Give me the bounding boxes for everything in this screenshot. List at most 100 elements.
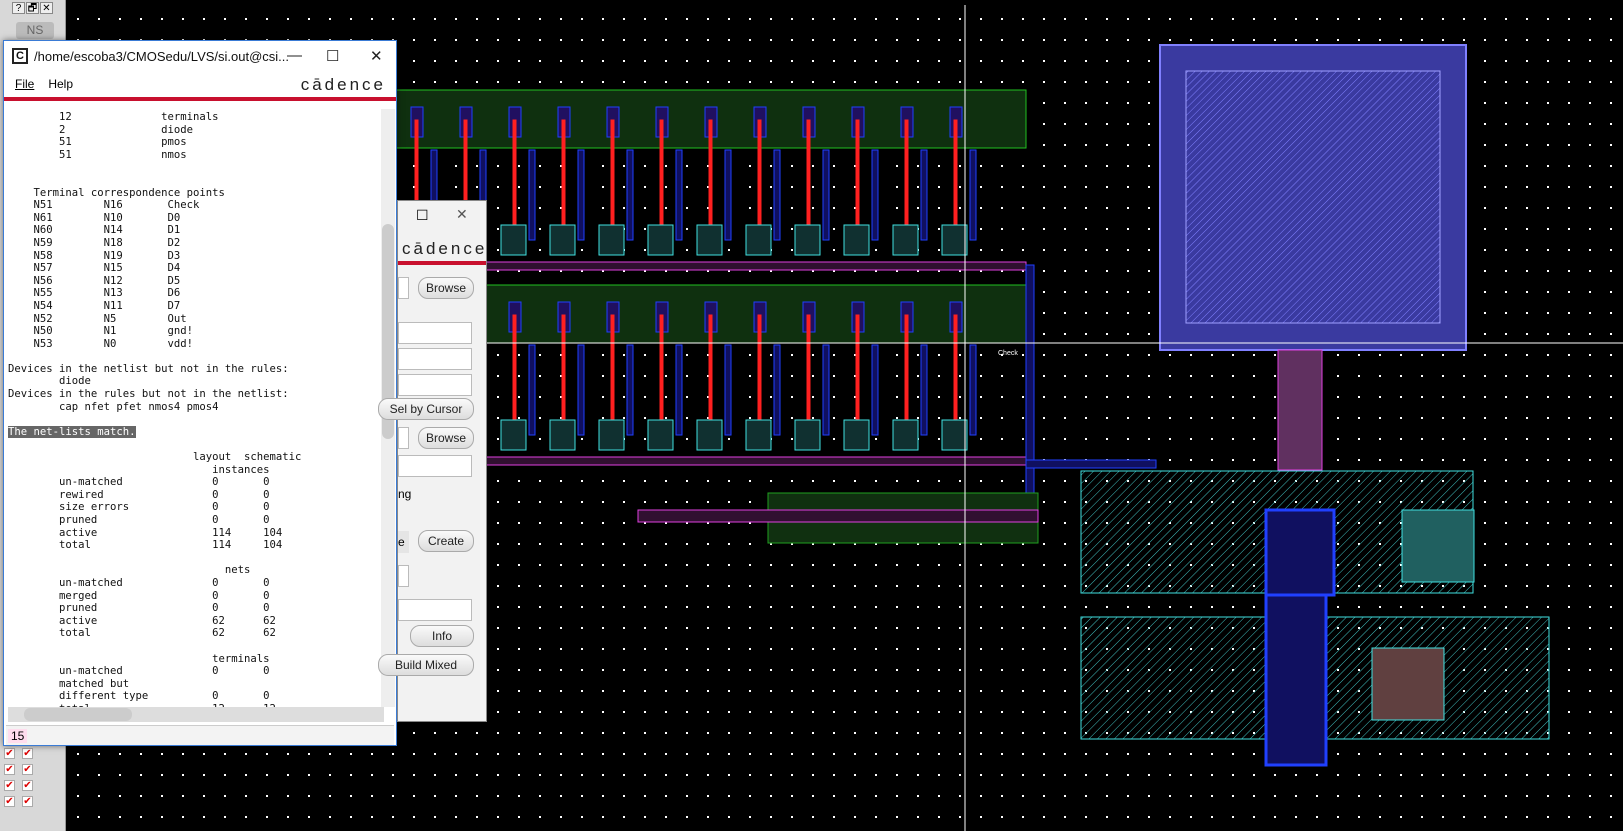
contact bbox=[892, 419, 919, 451]
metal1-wire bbox=[920, 344, 928, 436]
browse-button[interactable]: Browse bbox=[418, 277, 474, 299]
close-button[interactable]: ✕ bbox=[456, 206, 468, 223]
contact bbox=[549, 419, 576, 451]
input-field[interactable] bbox=[398, 427, 409, 449]
metal1-wire bbox=[577, 344, 585, 436]
report-line: diode bbox=[8, 375, 91, 388]
contact bbox=[843, 224, 870, 256]
input-field[interactable] bbox=[398, 277, 409, 299]
report-line: size errors 0 0 bbox=[8, 501, 270, 514]
report-line: N59 N18 D2 bbox=[8, 236, 181, 249]
metal1-wire bbox=[626, 149, 634, 241]
input-field[interactable] bbox=[398, 322, 472, 344]
horizontal-scrollbar[interactable] bbox=[8, 707, 384, 722]
cadence-logo: cādence bbox=[402, 239, 488, 258]
report-line: 51 nmos bbox=[8, 148, 187, 161]
window-title: /home/escoba3/CMOSedu/LVS/si.out@csi... bbox=[34, 48, 290, 64]
report-line: active 62 62 bbox=[8, 614, 276, 627]
title-bar: C /home/escoba3/CMOSedu/LVS/si.out@csi..… bbox=[4, 41, 396, 71]
metal1-wire bbox=[920, 149, 928, 241]
report-line: N50 N1 gnd! bbox=[8, 325, 193, 338]
report-line: layout schematic bbox=[8, 451, 302, 464]
layer-select-checkbox[interactable]: ✔ bbox=[22, 796, 33, 807]
layer-select-checkbox[interactable]: ✔ bbox=[22, 764, 33, 775]
help-icon[interactable]: ? bbox=[12, 2, 25, 14]
layer-visible-checkbox[interactable]: ✔ bbox=[4, 748, 15, 759]
maximize-button[interactable]: ☐ bbox=[416, 207, 429, 224]
contact bbox=[696, 419, 723, 451]
report-line: instances bbox=[8, 463, 270, 476]
report-line: N56 N12 D5 bbox=[8, 274, 181, 287]
report-line: Devices in the netlist but not in the ru… bbox=[8, 362, 289, 375]
layer-select-checkbox[interactable]: ✔ bbox=[22, 780, 33, 791]
contact bbox=[500, 419, 527, 451]
report-line: The net-lists match. bbox=[8, 425, 136, 438]
report-line: total 114 104 bbox=[8, 539, 283, 552]
create-button[interactable]: Create bbox=[418, 530, 474, 552]
contact bbox=[598, 224, 625, 256]
contact bbox=[794, 419, 821, 451]
report-line: 12 terminals bbox=[8, 111, 219, 123]
lvs-output-window: C /home/escoba3/CMOSedu/LVS/si.out@csi..… bbox=[3, 40, 397, 746]
report-line: N58 N19 D3 bbox=[8, 249, 181, 262]
input-field[interactable] bbox=[398, 348, 472, 370]
report-line: pruned 0 0 bbox=[8, 602, 270, 615]
close-icon[interactable]: ✕ bbox=[40, 2, 53, 14]
contact bbox=[500, 224, 527, 256]
metal1-wire bbox=[773, 149, 781, 241]
input-field[interactable] bbox=[398, 599, 472, 621]
cadence-app-icon: C bbox=[12, 48, 28, 64]
ns-button[interactable]: NS bbox=[16, 22, 54, 39]
report-line: un-matched 0 0 bbox=[8, 665, 270, 678]
contact bbox=[892, 224, 919, 256]
report-line bbox=[8, 640, 384, 653]
report-line: N52 N5 Out bbox=[8, 312, 187, 325]
sel-by-cursor-button[interactable]: Sel by Cursor bbox=[378, 398, 474, 420]
menu-file[interactable]: File bbox=[15, 77, 34, 91]
pin-label-check: Check bbox=[998, 350, 1018, 357]
report-line bbox=[8, 552, 384, 565]
report-line bbox=[8, 350, 384, 363]
metal1-wire bbox=[969, 149, 977, 241]
input-field[interactable] bbox=[398, 374, 472, 396]
report-line: rewired 0 0 bbox=[8, 488, 270, 501]
report-line bbox=[8, 174, 384, 187]
maximize-button[interactable]: ☐ bbox=[326, 47, 339, 65]
metal1-wire bbox=[871, 344, 879, 436]
metal1-wire bbox=[577, 149, 585, 241]
browse-button[interactable]: Browse bbox=[418, 427, 474, 449]
metal1-wire bbox=[773, 344, 781, 436]
metal1-wire bbox=[724, 344, 732, 436]
input-field[interactable] bbox=[398, 455, 472, 477]
menu-help[interactable]: Help bbox=[48, 77, 73, 91]
layer-visible-checkbox[interactable]: ✔ bbox=[4, 764, 15, 775]
status-value: 15 bbox=[8, 729, 28, 743]
contact bbox=[549, 224, 576, 256]
metal1-wire bbox=[969, 344, 977, 436]
status-line: 15 bbox=[6, 725, 394, 745]
restore-icon[interactable]: 🗗 bbox=[26, 2, 39, 14]
partial-button[interactable]: e bbox=[398, 531, 409, 553]
report-line: Terminal correspondence points bbox=[8, 186, 225, 199]
report-line: pruned 0 0 bbox=[8, 514, 270, 526]
report-line: nets bbox=[8, 564, 251, 577]
report-line bbox=[8, 438, 384, 451]
layer-select-checkbox[interactable]: ✔ bbox=[22, 748, 33, 759]
close-button[interactable]: ✕ bbox=[370, 47, 383, 65]
report-line: N60 N14 D1 bbox=[8, 224, 181, 237]
info-button[interactable]: Info bbox=[410, 625, 474, 647]
minimize-button[interactable]: — bbox=[287, 47, 302, 64]
contact bbox=[647, 224, 674, 256]
report-line: cap nfet pfet nmos4 pmos4 bbox=[8, 400, 219, 413]
layer-visible-checkbox[interactable]: ✔ bbox=[4, 796, 15, 807]
build-mixed-button[interactable]: Build Mixed bbox=[378, 654, 474, 676]
report-line: Devices in the rules but not in the netl… bbox=[8, 388, 289, 401]
report-line: N57 N15 D4 bbox=[8, 262, 181, 275]
metal1-wire bbox=[675, 344, 683, 436]
layer-visible-checkbox[interactable]: ✔ bbox=[4, 780, 15, 791]
contact bbox=[843, 419, 870, 451]
input-field[interactable] bbox=[398, 565, 409, 587]
lvs-report-text: 12 terminals 2 diode 51 pmos 51 nmos Ter… bbox=[8, 109, 384, 707]
report-line: 51 pmos bbox=[8, 136, 187, 149]
divider bbox=[4, 97, 396, 101]
